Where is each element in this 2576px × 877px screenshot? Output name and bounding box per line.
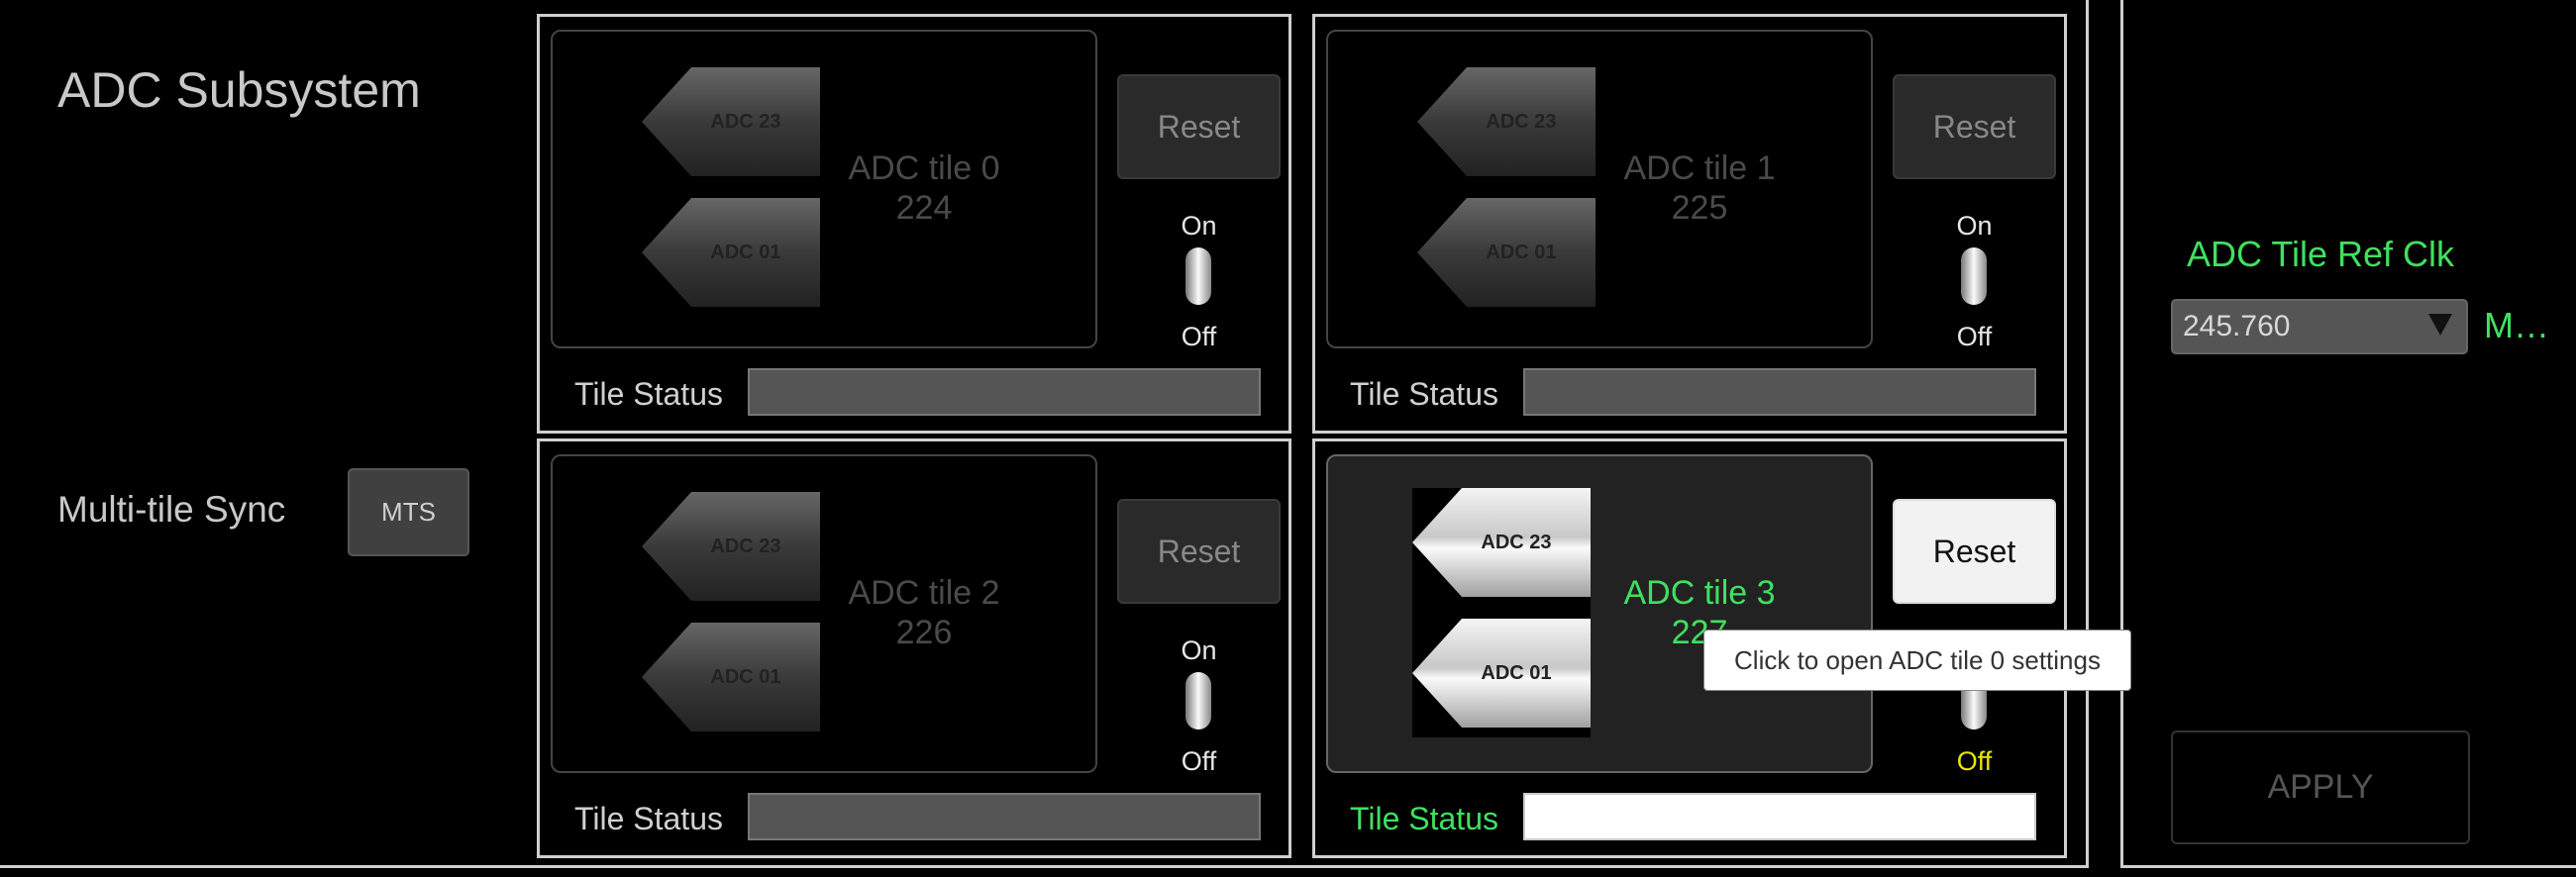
chip-label: ADC 23: [710, 110, 781, 133]
ref-clock-select[interactable]: 245.760: [2171, 299, 2468, 354]
tile-status-bar: [748, 368, 1261, 416]
off-label: Off: [1956, 746, 1993, 776]
on-label: On: [1956, 211, 1993, 241]
off-label: Off: [1956, 322, 1993, 351]
tile-status-bar: [1523, 793, 2036, 840]
ref-clock-value: 245.760: [2183, 310, 2291, 342]
power-toggle[interactable]: [1961, 247, 1987, 305]
reset-button[interactable]: Reset: [1117, 499, 1281, 604]
chip-group: ADC 23 ADC 01: [642, 67, 820, 315]
tile-status-label: Tile Status: [1350, 376, 1498, 412]
adc-01-chip[interactable]: ADC 01: [642, 623, 820, 731]
tile-name: ADC tile 1 225: [1623, 149, 1776, 227]
apply-button[interactable]: APPLY: [2171, 731, 2470, 844]
chip-label: ADC 01: [1481, 661, 1552, 684]
ref-clock-unit: M…: [2484, 305, 2549, 345]
chip-label: ADC 01: [1486, 241, 1557, 263]
adc-tile-3-card[interactable]: ADC 23 ADC 01 ADC tile 3 227: [1326, 454, 1873, 773]
adc-tile-2-panel: ADC 23 ADC 01 ADC tile 2 226 Reset On Off…: [537, 438, 1291, 858]
off-label: Off: [1181, 746, 1217, 776]
chip-label: ADC 01: [710, 241, 781, 263]
chip-label: ADC 01: [710, 665, 781, 688]
adc-tile-0-panel: ADC 23 ADC 01 ADC tile 0 224 Reset On Off…: [537, 14, 1291, 434]
tile-name: ADC tile 0 224: [848, 149, 1000, 227]
on-label: On: [1181, 635, 1217, 665]
adc-tile-0-card[interactable]: ADC 23 ADC 01 ADC tile 0 224: [551, 30, 1097, 348]
chip-label: ADC 23: [1486, 110, 1557, 133]
chip-group: ADC 23 ADC 01: [1412, 488, 1591, 737]
adc-01-chip[interactable]: ADC 01: [1417, 198, 1596, 307]
adc-23-chip[interactable]: ADC 23: [642, 492, 820, 601]
adc-tile-1-panel: ADC 23 ADC 01 ADC tile 1 225 Reset On Off…: [1312, 14, 2067, 434]
mts-label: Multi-tile Sync: [57, 489, 286, 530]
tile-name: ADC tile 2 226: [848, 574, 1000, 651]
tile-status-label: Tile Status: [574, 376, 723, 412]
adc-23-chip[interactable]: ADC 23: [1417, 67, 1596, 176]
reset-button[interactable]: Reset: [1893, 74, 2056, 179]
tooltip: Click to open ADC tile 0 settings: [1703, 630, 2131, 691]
adc-tile-1-card[interactable]: ADC 23 ADC 01 ADC tile 1 225: [1326, 30, 1873, 348]
adc-23-chip[interactable]: ADC 23: [642, 67, 820, 176]
dropdown-arrow-icon: [2428, 314, 2452, 336]
ref-clock-label: ADC Tile Ref Clk: [2187, 234, 2455, 274]
tile-status-bar: [748, 793, 1261, 840]
on-label: On: [1181, 211, 1217, 241]
reset-button[interactable]: Reset: [1117, 74, 1281, 179]
page-title: ADC Subsystem: [57, 62, 421, 118]
off-label: Off: [1181, 322, 1217, 351]
chip-label: ADC 23: [1481, 531, 1552, 553]
tile-status-bar: [1523, 368, 2036, 416]
tile-status-label: Tile Status: [574, 801, 723, 836]
adc-01-chip[interactable]: ADC 01: [642, 198, 820, 307]
chip-group: ADC 23 ADC 01: [1417, 67, 1596, 315]
power-toggle[interactable]: [1185, 247, 1211, 305]
adc-23-chip[interactable]: ADC 23: [1412, 488, 1591, 597]
chip-group: ADC 23 ADC 01: [642, 492, 820, 739]
adc-01-chip[interactable]: ADC 01: [1412, 619, 1591, 728]
power-toggle[interactable]: [1185, 672, 1211, 730]
chip-label: ADC 23: [710, 535, 781, 557]
reset-button[interactable]: Reset: [1893, 499, 2056, 604]
tile-status-label: Tile Status: [1350, 801, 1498, 836]
mts-button[interactable]: MTS: [348, 468, 469, 556]
adc-tile-2-card[interactable]: ADC 23 ADC 01 ADC tile 2 226: [551, 454, 1097, 773]
